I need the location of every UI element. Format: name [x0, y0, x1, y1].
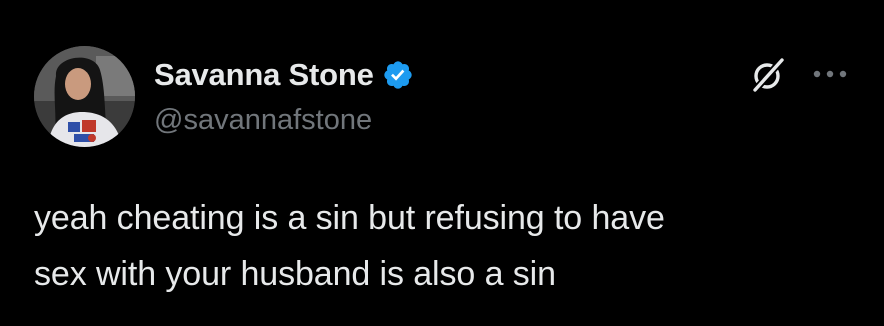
- more-horizontal-icon: [813, 70, 847, 78]
- avatar-photo: [34, 46, 135, 147]
- grok-icon: [753, 58, 784, 92]
- author-name-row: Savanna Stone: [154, 56, 414, 94]
- tweet-card: Savanna Stone @savannafstone yeah cheati…: [0, 0, 884, 326]
- more-options-button[interactable]: [808, 56, 852, 92]
- author-handle[interactable]: @savannafstone: [154, 104, 372, 137]
- author-display-name[interactable]: Savanna Stone: [154, 57, 374, 93]
- grok-button[interactable]: [746, 53, 790, 97]
- verified-badge-icon[interactable]: [382, 59, 414, 91]
- tweet-text: yeah cheating is a sin but refusing to h…: [34, 190, 864, 302]
- tweet-text-line: sex with your husband is also a sin: [34, 255, 556, 293]
- author-avatar[interactable]: [34, 46, 135, 147]
- tweet-text-line: yeah cheating is a sin but refusing to h…: [34, 199, 665, 237]
